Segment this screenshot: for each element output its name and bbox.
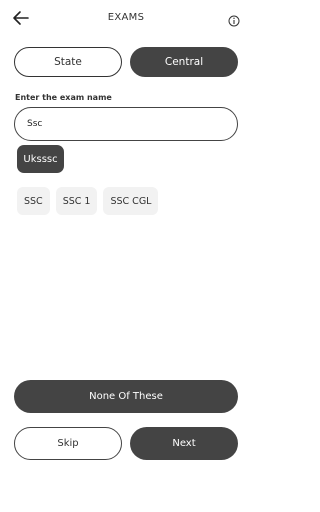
exam-chip[interactable]: SSC 1	[55, 187, 98, 215]
info-icon[interactable]	[228, 12, 240, 27]
skip-button[interactable]: Skip	[14, 427, 122, 460]
central-toggle-button[interactable]: Central	[130, 47, 238, 77]
exam-name-input[interactable]	[14, 107, 238, 141]
exam-chip[interactable]: SSC	[17, 187, 50, 215]
suggestion-chip[interactable]: Uksssc	[17, 145, 64, 173]
app-header: EXAMS	[0, 0, 252, 38]
page-title: EXAMS	[107, 12, 145, 23]
exam-chip-list: SSC SSC 1 SSC CGL	[17, 187, 159, 215]
exam-chip[interactable]: SSC CGL	[103, 187, 159, 215]
next-button[interactable]: Next	[130, 427, 238, 460]
state-toggle-button[interactable]: State	[14, 47, 122, 77]
exam-name-label: Enter the exam name	[15, 93, 112, 102]
none-of-these-button[interactable]: None Of These	[14, 380, 238, 413]
